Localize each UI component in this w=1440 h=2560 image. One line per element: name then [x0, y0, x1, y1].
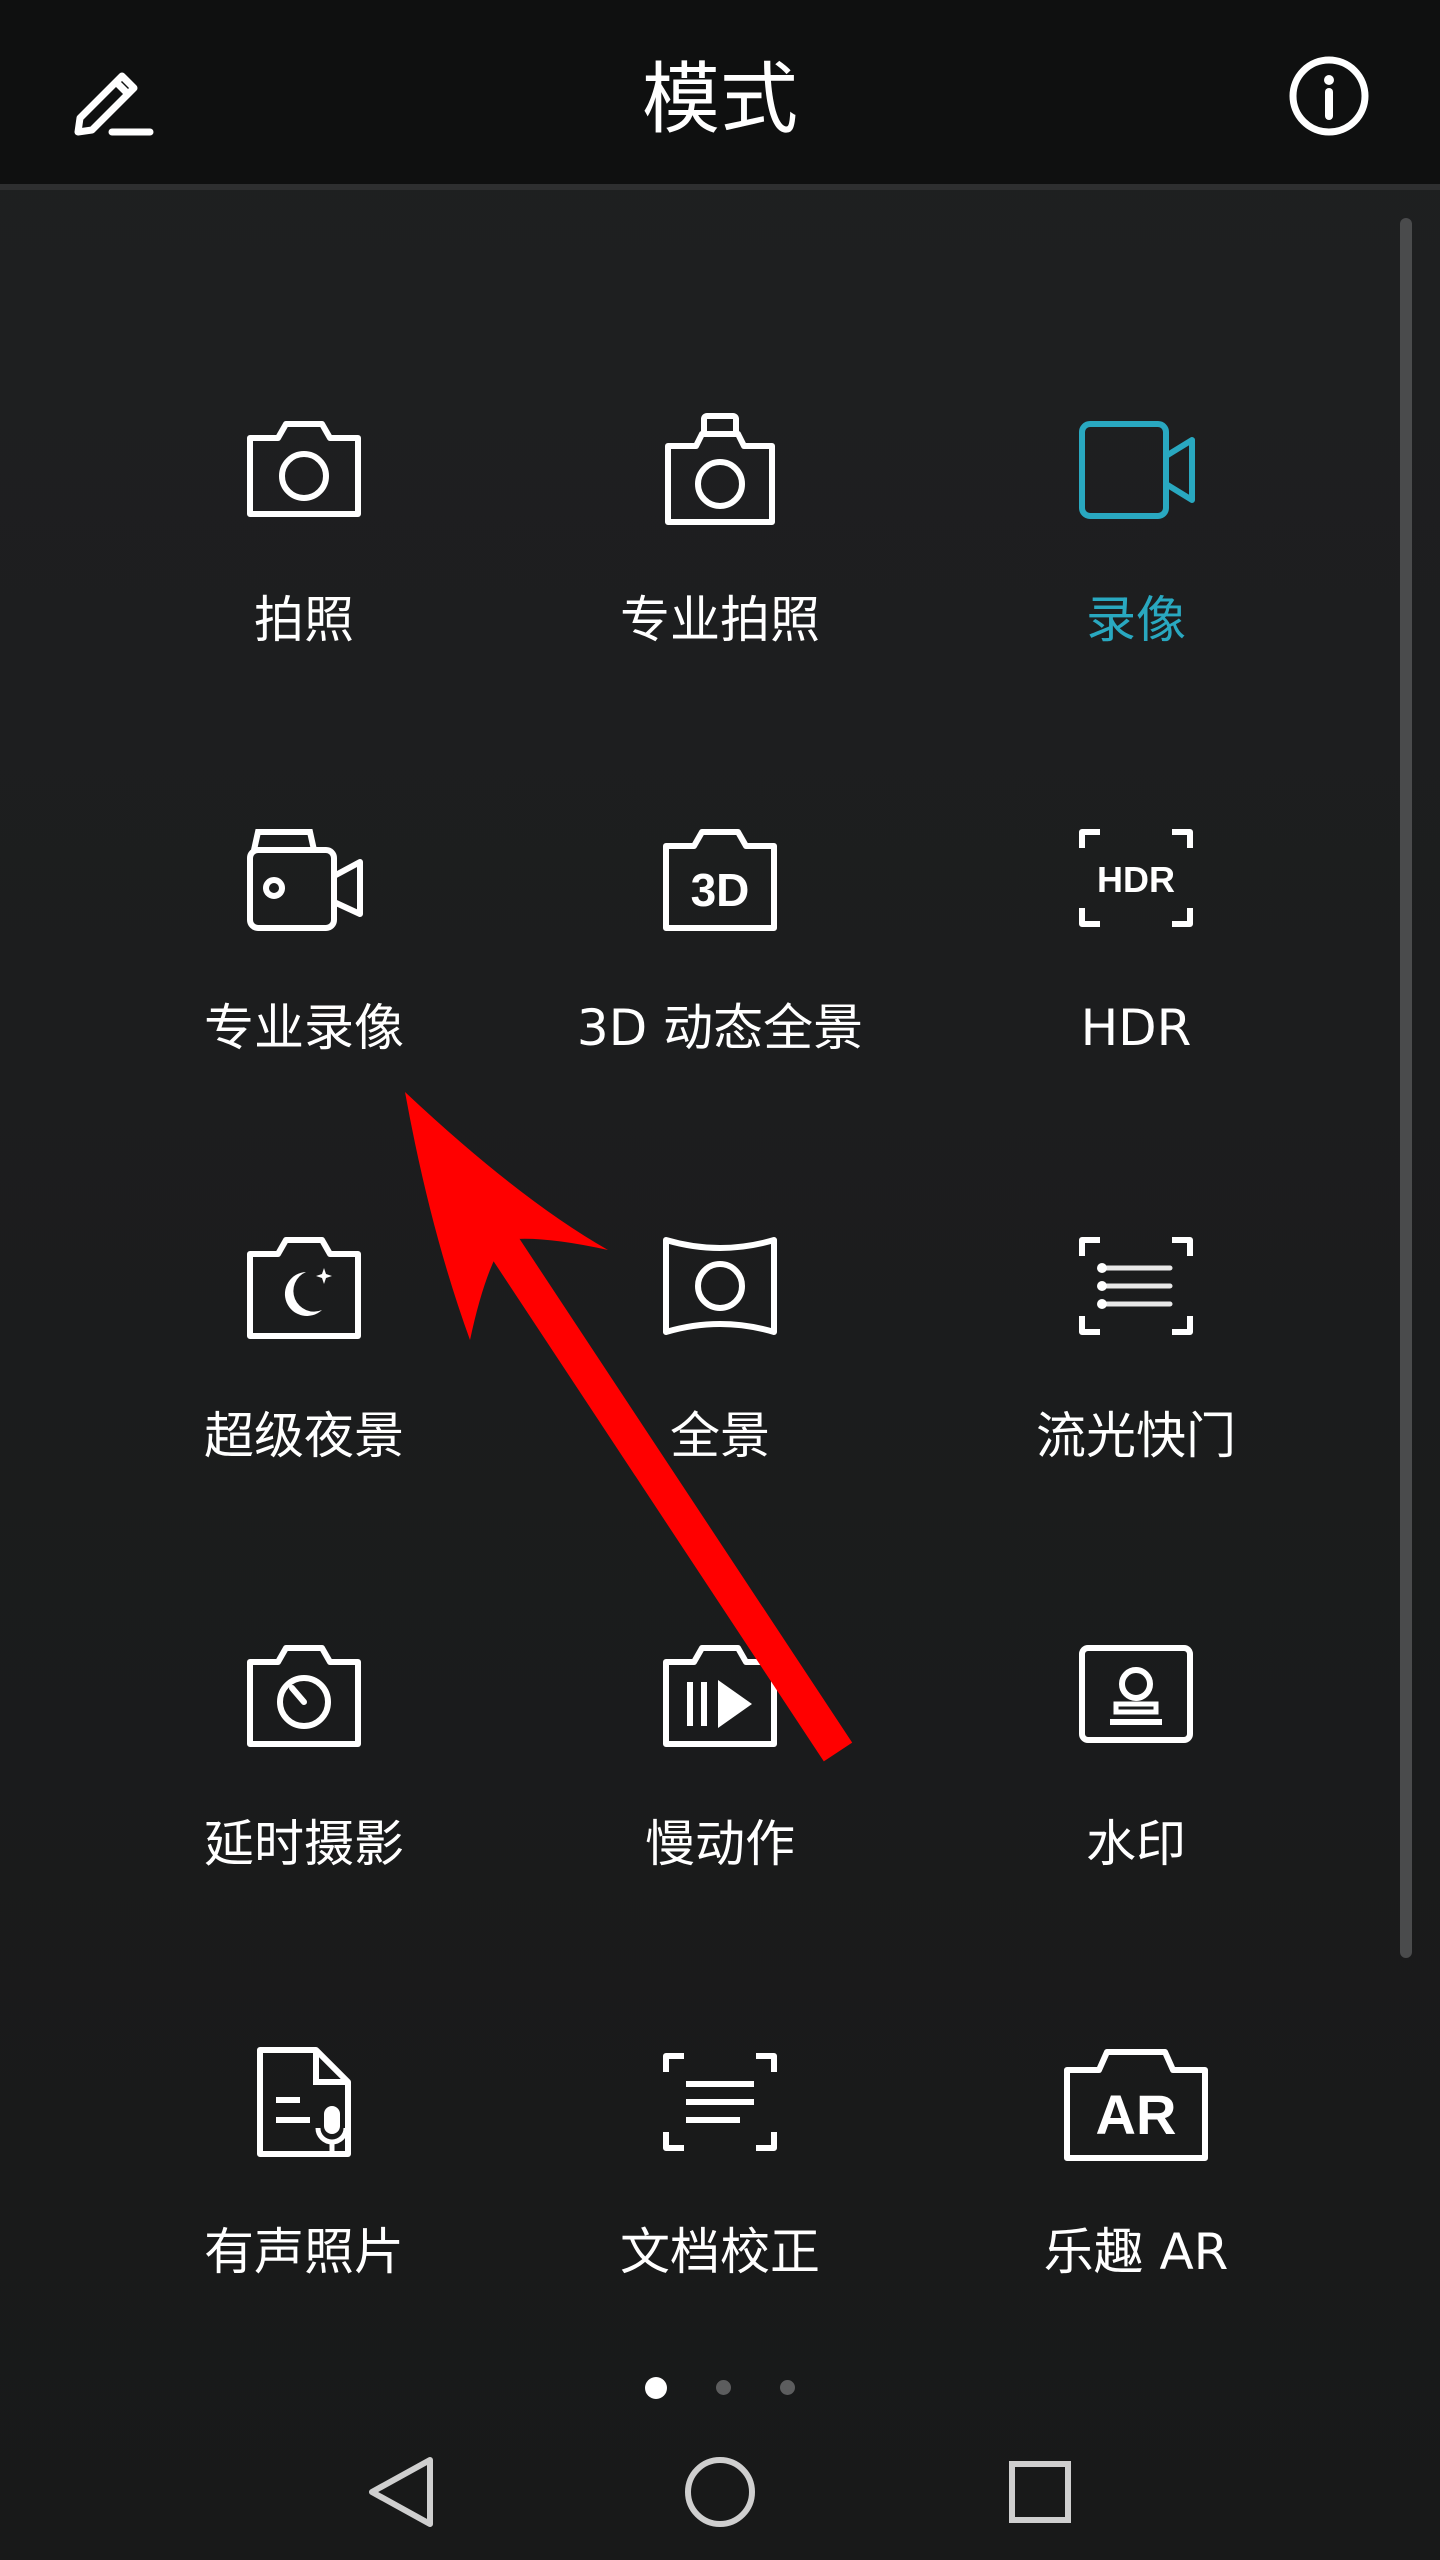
- mode-label: 超级夜景: [204, 1407, 404, 1465]
- mode-video[interactable]: 录像: [936, 410, 1336, 710]
- mode-label: 文档校正: [620, 2223, 820, 2281]
- home-button[interactable]: [670, 2442, 770, 2542]
- time-lapse-icon: [244, 1634, 364, 1754]
- mode-label: 全景: [670, 1407, 770, 1465]
- mode-label: 录像: [1086, 591, 1186, 649]
- mode-time-lapse[interactable]: 延时摄影: [104, 1634, 504, 1934]
- back-button[interactable]: [350, 2442, 450, 2542]
- mode-watermark[interactable]: 水印: [936, 1634, 1336, 1934]
- video-camera-icon: [1076, 410, 1196, 530]
- mode-slow-motion[interactable]: 慢动作: [520, 1634, 920, 1934]
- page-indicator: [0, 2372, 1440, 2402]
- mode-label: 水印: [1086, 1815, 1186, 1873]
- mode-3d-panorama[interactable]: 3D 3D 动态全景: [520, 818, 920, 1118]
- pro-video-icon: [244, 818, 364, 938]
- mode-label: 延时摄影: [204, 1815, 404, 1873]
- mode-label: 拍照: [254, 591, 354, 649]
- 3d-panorama-icon: 3D: [660, 818, 780, 938]
- camera-mode-screen: 模式 拍照 专业拍照 录像 专业录像 3D 3D 动态全景 HDR HDR 超级…: [0, 0, 1440, 2560]
- recents-button[interactable]: [990, 2442, 1090, 2542]
- camera-icon: [244, 410, 364, 530]
- home-icon: [685, 2457, 755, 2527]
- ar-fun-icon: AR: [1064, 2042, 1208, 2162]
- mode-label: 有声照片: [204, 2223, 404, 2281]
- scrollbar[interactable]: [1400, 218, 1412, 1958]
- mode-label: 专业录像: [204, 999, 404, 1057]
- light-painting-icon: [1076, 1226, 1196, 1346]
- mode-super-night[interactable]: 超级夜景: [104, 1226, 504, 1526]
- edit-button[interactable]: [60, 48, 160, 148]
- mode-label: 乐趣 AR: [1043, 2223, 1229, 2281]
- pro-camera-icon: [660, 410, 780, 530]
- mode-label: 流光快门: [1036, 1407, 1236, 1465]
- page-dot[interactable]: [780, 2380, 795, 2395]
- night-mode-icon: [244, 1226, 364, 1346]
- page-title: 模式: [641, 55, 798, 145]
- mode-label: 3D 动态全景: [576, 999, 864, 1057]
- back-icon: [369, 2457, 433, 2527]
- hdr-icon: HDR: [1076, 818, 1196, 938]
- slow-motion-icon: [660, 1634, 780, 1754]
- mode-document-correction[interactable]: 文档校正: [520, 2042, 920, 2342]
- page-dot-active[interactable]: [645, 2377, 667, 2399]
- mode-label: 专业拍照: [620, 591, 820, 649]
- pencil-edit-icon: [74, 72, 154, 136]
- audio-photo-icon: [244, 2042, 364, 2162]
- mode-photo[interactable]: 拍照: [104, 410, 504, 710]
- panorama-icon: [660, 1226, 780, 1346]
- mode-label: HDR: [1080, 999, 1192, 1057]
- mode-panorama[interactable]: 全景: [520, 1226, 920, 1526]
- info-button[interactable]: [1274, 48, 1384, 158]
- mode-label: 慢动作: [645, 1815, 795, 1873]
- mode-pro-video[interactable]: 专业录像: [104, 818, 504, 1118]
- mode-light-painting[interactable]: 流光快门: [936, 1226, 1336, 1526]
- info-icon: [1289, 56, 1369, 136]
- watermark-icon: [1076, 1634, 1196, 1754]
- mode-ar-fun[interactable]: AR 乐趣 AR: [936, 2042, 1336, 2342]
- mode-audio-photo[interactable]: 有声照片: [104, 2042, 504, 2342]
- svg-text:HDR: HDR: [1097, 859, 1175, 900]
- document-scan-icon: [660, 2042, 780, 2162]
- mode-hdr[interactable]: HDR HDR: [936, 818, 1336, 1118]
- system-nav-bar: [0, 2420, 1440, 2560]
- svg-text:AR: AR: [1096, 2083, 1177, 2146]
- header-bar: 模式: [0, 0, 1440, 190]
- page-dot[interactable]: [716, 2380, 731, 2395]
- svg-text:3D: 3D: [691, 864, 750, 916]
- recents-icon: [1009, 2461, 1071, 2523]
- mode-pro-photo[interactable]: 专业拍照: [520, 410, 920, 710]
